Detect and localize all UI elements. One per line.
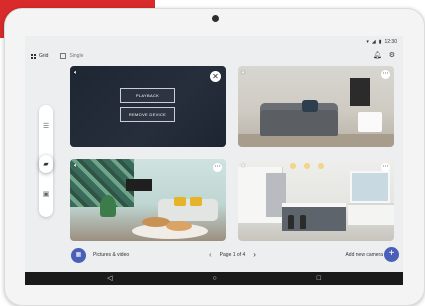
- bottom-bar: ▦ Pictures & video ‹ Page 1 of 4 › Add n…: [25, 242, 403, 272]
- pillow-yellow: [174, 197, 186, 206]
- grid-icon: [31, 53, 36, 59]
- tablet-frame: ▾ ◢ ▮ 12:30 Grid Single 🔔︎ ⚙ ☰ ▰ ▣ 🔈︎ ✕ …: [4, 8, 425, 306]
- camera-tile-1[interactable]: 🔈︎ ✕ PLAYBACK REMOVE DEVICE: [70, 66, 226, 147]
- top-bar: Grid Single 🔔︎ ⚙: [25, 48, 403, 64]
- playback-button[interactable]: PLAYBACK: [120, 88, 175, 103]
- pendant-lamp: [318, 163, 324, 169]
- counter: [348, 203, 394, 225]
- more-icon[interactable]: ⋯: [213, 163, 222, 172]
- pendant-lamp: [290, 163, 296, 169]
- speaker-icon[interactable]: 🔈︎: [242, 163, 246, 170]
- grid-view-toggle[interactable]: Grid: [31, 53, 48, 59]
- tv: [126, 179, 152, 191]
- bell-icon[interactable]: 🔔︎: [373, 51, 382, 59]
- signal-icon: ◢: [371, 39, 376, 45]
- add-camera-label[interactable]: Add new camera: [345, 252, 383, 258]
- rail-item-clipboard[interactable]: ▣: [39, 187, 53, 201]
- more-icon[interactable]: ⋯: [381, 163, 390, 172]
- app-screen: ▾ ◢ ▮ 12:30 Grid Single 🔔︎ ⚙ ☰ ▰ ▣ 🔈︎ ✕ …: [25, 36, 403, 285]
- list-icon: ☰: [42, 123, 50, 130]
- gear-icon[interactable]: ⚙: [389, 51, 395, 59]
- single-view-icon: [60, 53, 67, 59]
- speaker-icon[interactable]: 🔈︎: [242, 70, 246, 77]
- clipboard-icon: ▣: [42, 191, 50, 198]
- status-time: 12:30: [384, 39, 397, 45]
- window: [350, 171, 390, 203]
- plant: [100, 195, 116, 217]
- android-back-icon[interactable]: ◁: [107, 272, 112, 285]
- sofa: [260, 110, 338, 136]
- image-icon: ▦: [75, 252, 82, 258]
- battery-icon: ▮: [378, 39, 382, 45]
- add-camera-button[interactable]: +: [384, 247, 399, 262]
- speaker-icon[interactable]: 🔈︎: [74, 163, 78, 170]
- pictures-video-button[interactable]: ▦: [71, 248, 86, 263]
- camera-tile-4[interactable]: 🔈︎ ⋯: [238, 159, 394, 241]
- next-page-icon[interactable]: ›: [253, 250, 256, 259]
- side-rail: ☰ ▰ ▣: [39, 105, 53, 217]
- rail-item-camera[interactable]: ▰: [39, 157, 53, 171]
- bar-stool: [300, 215, 306, 229]
- pictures-video-label[interactable]: Pictures & video: [93, 252, 129, 258]
- more-icon[interactable]: ⋯: [381, 70, 390, 79]
- android-home-icon[interactable]: ○: [212, 272, 216, 285]
- close-icon[interactable]: ✕: [210, 71, 221, 82]
- single-label: Single: [69, 53, 84, 59]
- wifi-icon: ▾: [366, 39, 369, 45]
- status-bar: ▾ ◢ ▮ 12:30: [366, 38, 397, 46]
- android-nav-bar: ◁ ○ □: [25, 272, 403, 285]
- rail-item-list[interactable]: ☰: [39, 119, 53, 133]
- speaker-icon[interactable]: 🔈︎: [74, 70, 78, 77]
- camera-tile-3[interactable]: 🔈︎ ⋯: [70, 159, 226, 241]
- grid-label: Grid: [39, 53, 49, 59]
- bar-stool: [288, 215, 294, 229]
- camera-icon: ▰: [43, 161, 49, 168]
- prev-page-icon[interactable]: ‹: [209, 250, 212, 259]
- single-view-toggle[interactable]: Single: [60, 53, 83, 59]
- sofa: [158, 199, 218, 221]
- pendant-lamp: [304, 163, 310, 169]
- remove-device-button[interactable]: REMOVE DEVICE: [120, 107, 175, 122]
- camera-tile-2[interactable]: 🔈︎ ⋯: [238, 66, 394, 147]
- top-actions: 🔔︎ ⚙: [373, 51, 395, 59]
- pillow: [302, 100, 318, 112]
- front-camera: [212, 15, 219, 22]
- pillow-yellow: [190, 197, 202, 206]
- pager-text: Page 1 of 4: [219, 251, 246, 258]
- android-recents-icon[interactable]: □: [317, 272, 321, 285]
- wall-art: [350, 78, 370, 106]
- side-table: [358, 112, 382, 132]
- coffee-table: [166, 221, 192, 231]
- pager: ‹ Page 1 of 4 ›: [209, 250, 256, 259]
- plus-icon: +: [388, 248, 395, 259]
